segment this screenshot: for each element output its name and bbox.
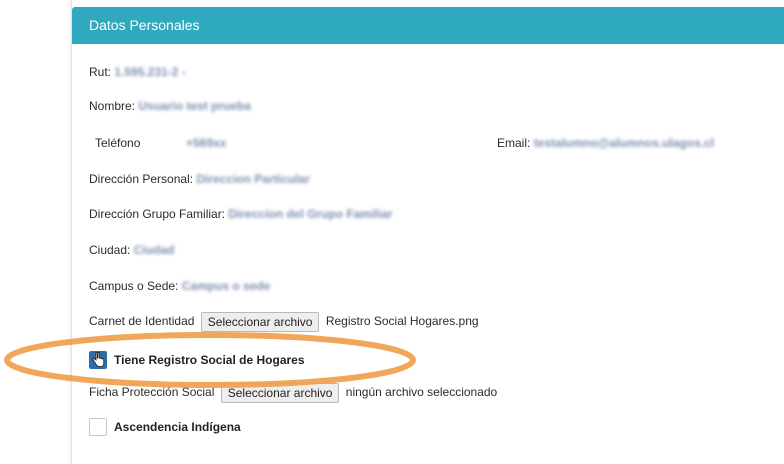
- ciudad-row: Ciudad: Ciudad: [89, 243, 174, 257]
- ciudad-value: Ciudad: [133, 243, 175, 257]
- direccion-familiar-row: Dirección Grupo Familiar: Direccion del …: [89, 207, 392, 221]
- ascendencia-checkbox[interactable]: [89, 418, 107, 436]
- nombre-value: Usuario test prueba: [138, 99, 252, 113]
- telefono-label: Teléfono: [95, 136, 141, 150]
- direccion-personal-label: Dirección Personal:: [89, 172, 194, 186]
- panel-title: Datos Personales: [89, 17, 200, 33]
- carnet-file-button[interactable]: Seleccionar archivo: [200, 312, 320, 332]
- ficha-file-name: ningún archivo seleccionado: [345, 385, 498, 400]
- direccion-personal-value: Direccion Particular: [196, 172, 310, 186]
- ficha-file-button[interactable]: Seleccionar archivo: [220, 383, 340, 403]
- ficha-label: Ficha Protección Social: [89, 385, 215, 400]
- rut-value: 1.595.231-2 -: [114, 65, 186, 79]
- campus-label: Campus o Sede:: [89, 279, 179, 293]
- personal-data-panel: Datos Personales Rut: 1.595.231-2 - Nomb…: [71, 0, 784, 464]
- carnet-row: Carnet de Identidad Seleccionar archivo …: [89, 312, 479, 332]
- rut-row: Rut: 1.595.231-2 -: [89, 65, 186, 79]
- direccion-familiar-value: Direccion del Grupo Familiar: [228, 207, 393, 221]
- panel-header: Datos Personales: [72, 7, 784, 44]
- campus-row: Campus o Sede: Campus o sede: [89, 279, 270, 293]
- email-row: Email: testalumno@alumnos.ulagos.cl: [497, 136, 714, 150]
- telefono-value: +569xx: [186, 136, 227, 150]
- ascendencia-label: Ascendencia Indígena: [114, 420, 241, 434]
- ficha-row: Ficha Protección Social Seleccionar arch…: [89, 383, 497, 403]
- hand-cursor-icon: [92, 352, 105, 368]
- campus-value: Campus o sede: [181, 279, 271, 293]
- registro-social-label: Tiene Registro Social de Hogares: [114, 353, 305, 367]
- nombre-row: Nombre: Usuario test prueba: [89, 99, 251, 113]
- ciudad-label: Ciudad:: [89, 243, 131, 257]
- direccion-familiar-label: Dirección Grupo Familiar:: [89, 207, 226, 221]
- direccion-personal-row: Dirección Personal: Direccion Particular: [89, 172, 310, 186]
- nombre-label: Nombre:: [89, 99, 136, 113]
- rut-label: Rut:: [89, 65, 112, 79]
- carnet-file-name: Registro Social Hogares.png: [325, 314, 479, 329]
- carnet-label: Carnet de Identidad: [89, 314, 195, 329]
- email-label: Email:: [497, 136, 531, 150]
- email-value: testalumno@alumnos.ulagos.cl: [533, 136, 715, 150]
